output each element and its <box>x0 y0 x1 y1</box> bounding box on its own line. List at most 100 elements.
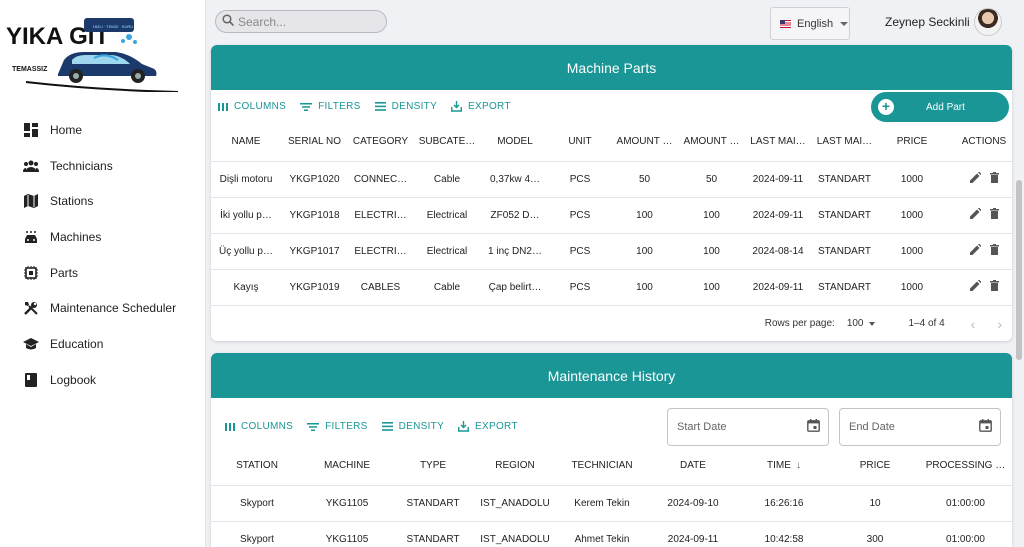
export-button[interactable]: EXPORT <box>451 101 511 112</box>
column-header[interactable]: STATION <box>211 447 303 485</box>
edit-icon[interactable] <box>969 171 981 186</box>
language-selector[interactable]: English <box>770 7 850 40</box>
table-cell: 2024-08-14 <box>745 232 811 269</box>
column-header[interactable]: AMOUNT … <box>611 123 678 161</box>
group-icon <box>23 158 39 174</box>
maintenance-history-title: Maintenance History <box>211 353 1012 398</box>
table-cell: 100 <box>611 196 678 233</box>
table-row[interactable]: İki yollu p… YKGP1018 ELECTRI… Electrica… <box>211 196 1012 233</box>
calendar-icon[interactable] <box>807 419 820 435</box>
end-date-field[interactable]: End Date <box>839 408 1001 446</box>
column-header[interactable]: NAME <box>211 123 281 161</box>
add-part-label: Add Part <box>926 101 965 113</box>
table-cell: IST_ANADOLU <box>475 484 555 521</box>
columns-button[interactable]: COLUMNS <box>225 421 293 432</box>
sidebar-item-label: Parts <box>50 265 79 280</box>
filters-button[interactable]: FILTERS <box>300 101 360 112</box>
end-date-placeholder: End Date <box>849 421 895 433</box>
table-cell: STANDART <box>391 484 475 521</box>
column-header[interactable]: MODEL <box>481 123 549 161</box>
columns-icon <box>218 102 228 111</box>
delete-icon[interactable] <box>989 172 999 186</box>
user-name: Zeynep Seckinli <box>885 15 970 29</box>
delete-icon[interactable] <box>989 244 999 258</box>
brand-logo[interactable]: YIKA GİT HIZLI · TEMİZ · KURU TEMASSIZ <box>6 12 186 93</box>
density-button[interactable]: DENSITY <box>381 421 444 432</box>
column-header[interactable]: CATEGORY <box>348 123 413 161</box>
sidebar-item-logbook[interactable]: Logbook <box>0 362 206 398</box>
search-input[interactable] <box>238 14 378 29</box>
table-cell: 10:42:58 <box>737 520 831 547</box>
column-header[interactable]: PROCESSING … <box>919 447 1012 485</box>
table-cell: 100 <box>611 268 678 305</box>
table-cell: 1000 <box>878 196 946 233</box>
table-cell: 2024-09-11 <box>745 196 811 233</box>
sidebar-item-stations[interactable]: Stations <box>0 183 206 219</box>
rows-per-page-label: Rows per page: <box>764 318 835 329</box>
sidebar-item-home[interactable]: Home <box>0 112 206 148</box>
add-part-button[interactable]: + Add Part <box>871 92 1009 122</box>
table-row[interactable]: Dişli motoru YKGP1020 CONNEC… Cable 0,37… <box>211 160 1012 197</box>
next-page-icon[interactable]: › <box>997 316 1002 332</box>
machine-parts-card: Machine Parts COLUMNS FILTERS DENSITY EX… <box>211 45 1012 341</box>
sidebar-nav: Home Technicians Stations Machines Parts <box>0 112 206 398</box>
column-header[interactable]: AMOUNT … <box>678 123 745 161</box>
table-cell: ELECTRI… <box>348 196 413 233</box>
table-cell: 10 <box>831 484 919 521</box>
column-header[interactable]: LAST MAI… <box>745 123 811 161</box>
column-header[interactable]: SERIAL NO <box>281 123 348 161</box>
column-header[interactable]: SUBCATE… <box>413 123 481 161</box>
table-cell: YKG1105 <box>303 484 391 521</box>
pagination: Rows per page: 100 1–4 of 4 ‹ › <box>211 305 1012 341</box>
table-cell: YKGP1018 <box>281 196 348 233</box>
columns-label: COLUMNS <box>241 421 294 432</box>
columns-button[interactable]: COLUMNS <box>218 101 286 112</box>
column-header-sorted[interactable]: TIME ↓ <box>737 447 831 485</box>
column-header[interactable]: DATE <box>649 447 737 485</box>
column-header[interactable]: PRICE <box>878 123 946 161</box>
sidebar-item-technicians[interactable]: Technicians <box>0 148 206 184</box>
edit-icon[interactable] <box>969 279 981 294</box>
sidebar-item-label: Machines <box>50 229 102 244</box>
density-button[interactable]: DENSITY <box>374 101 437 112</box>
download-icon <box>451 101 463 112</box>
sidebar-item-education[interactable]: Education <box>0 326 206 362</box>
sidebar-item-maintenance-scheduler[interactable]: Maintenance Scheduler <box>0 290 206 326</box>
column-header[interactable]: PRICE <box>831 447 919 485</box>
start-date-field[interactable]: Start Date <box>667 408 829 446</box>
page-scrollbar[interactable] <box>1016 180 1022 360</box>
sidebar-item-machines[interactable]: Machines <box>0 219 206 255</box>
column-header[interactable]: TYPE <box>391 447 475 485</box>
rows-per-page-value: 100 <box>846 318 864 329</box>
edit-icon[interactable] <box>969 207 981 222</box>
export-button[interactable]: EXPORT <box>458 421 518 432</box>
table-row[interactable]: Skyport YKG1105 STANDART IST_ANADOLU Ahm… <box>211 520 1012 547</box>
download-icon <box>458 421 470 432</box>
column-header[interactable]: LAST MAI… <box>811 123 878 161</box>
calendar-icon[interactable] <box>979 419 992 435</box>
chip-icon <box>23 265 39 281</box>
delete-icon[interactable] <box>989 208 999 222</box>
column-header[interactable]: TECHNICIAN <box>555 447 649 485</box>
column-header[interactable]: MACHINE <box>303 447 391 485</box>
table-cell: IST_ANADOLU <box>475 520 555 547</box>
table-cell: 300 <box>831 520 919 547</box>
table-row[interactable]: Kayış YKGP1019 CABLES Cable Çap belirt… … <box>211 268 1012 305</box>
delete-icon[interactable] <box>989 280 999 294</box>
parts-table: NAME SERIAL NO CATEGORY SUBCATE… MODEL U… <box>211 123 1012 305</box>
column-header[interactable]: REGION <box>475 447 555 485</box>
table-row[interactable]: Üç yollu p… YKGP1017 ELECTRI… Electrical… <box>211 232 1012 269</box>
search-bar[interactable] <box>215 10 387 33</box>
edit-icon[interactable] <box>969 243 981 258</box>
avatar[interactable] <box>974 8 1002 36</box>
filters-button[interactable]: FILTERS <box>307 421 367 432</box>
chevron-down-icon <box>840 21 849 26</box>
rows-per-page-select[interactable]: 100 <box>847 318 875 329</box>
sidebar-item-parts[interactable]: Parts <box>0 255 206 291</box>
table-row[interactable]: Skyport YKG1105 STANDART IST_ANADOLU Ker… <box>211 484 1012 521</box>
tools-icon <box>23 300 39 316</box>
table-cell: YKG1105 <box>303 520 391 547</box>
column-header[interactable]: UNIT <box>549 123 611 161</box>
previous-page-icon[interactable]: ‹ <box>971 316 976 332</box>
table-cell: CONNEC… <box>348 160 413 197</box>
